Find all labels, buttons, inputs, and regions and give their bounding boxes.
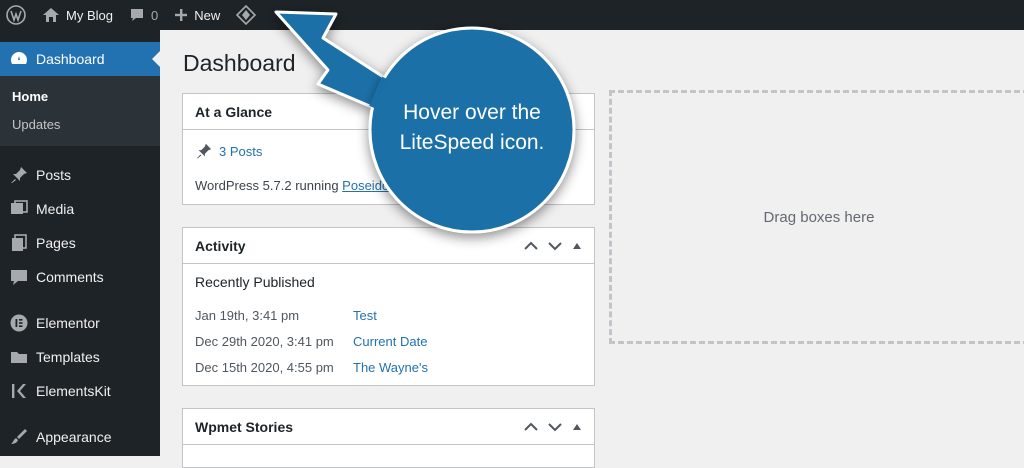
callout-text: Hover over the LiteSpeed icon. [372,98,572,158]
callout-annotation [274,10,576,234]
callout-arrow [274,10,387,109]
callout-line-1: Hover over the [403,101,541,124]
callout-line-2: LiteSpeed icon. [399,131,545,154]
